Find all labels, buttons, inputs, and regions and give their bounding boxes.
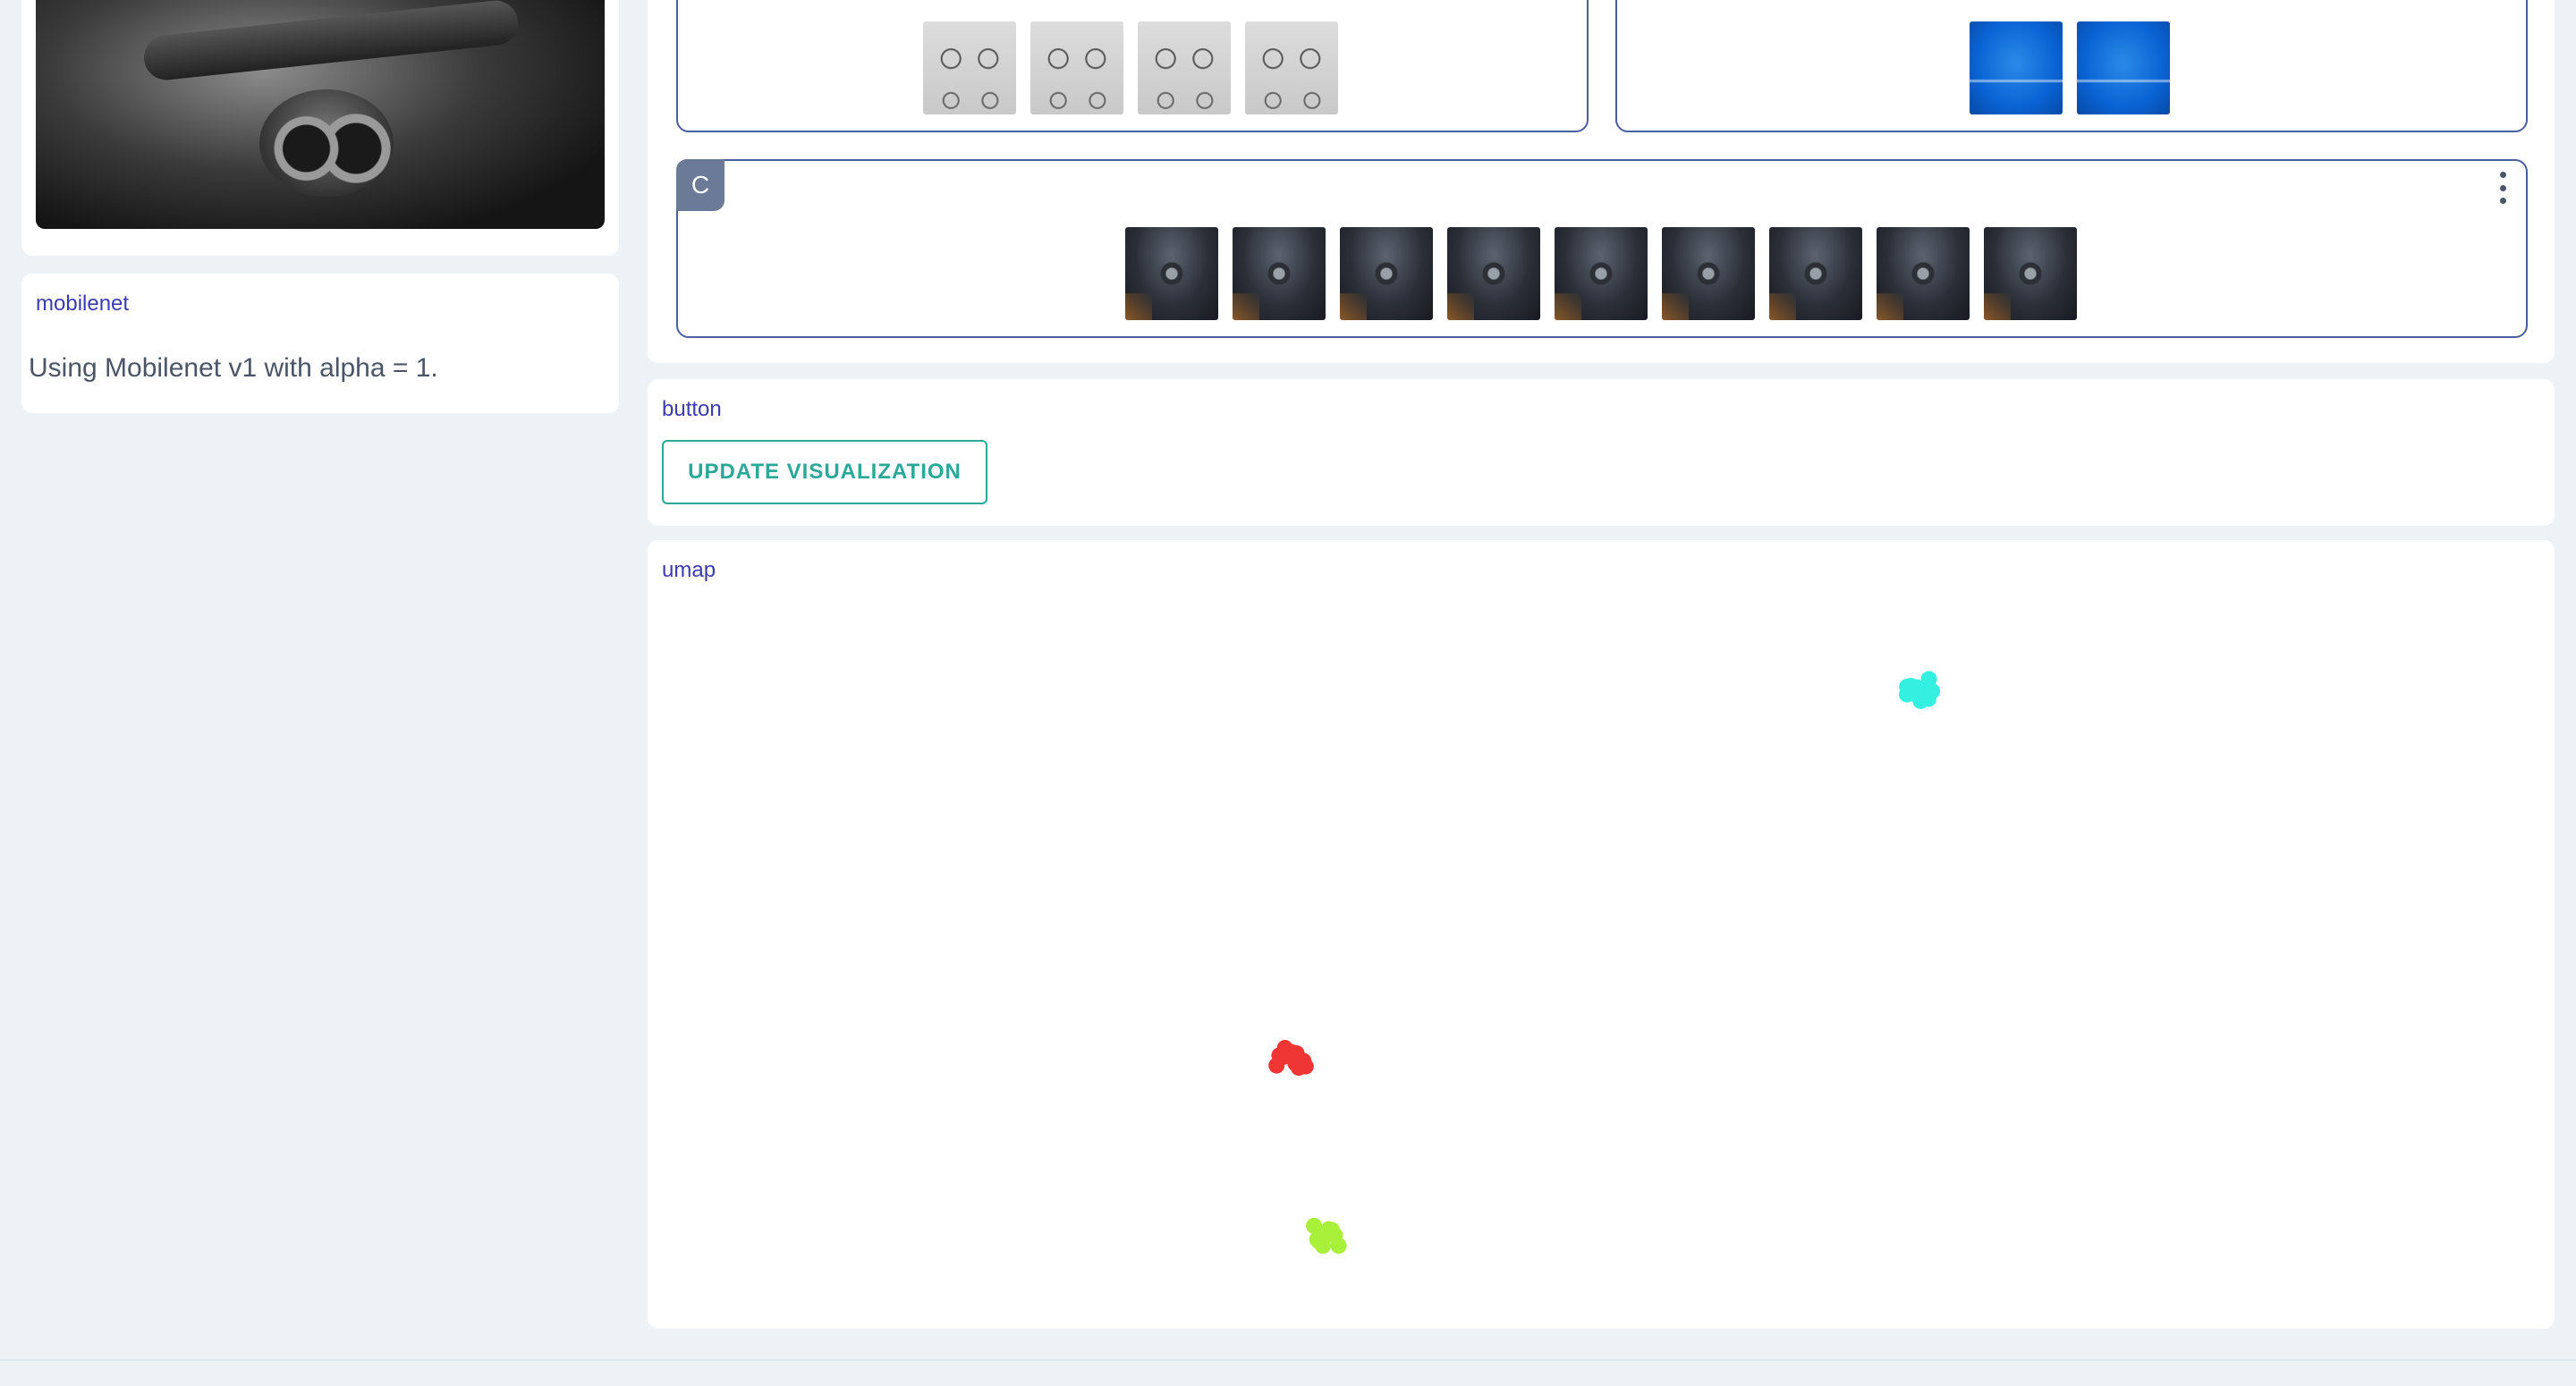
class-box-a <box>676 0 1589 132</box>
umap-point <box>1284 1049 1301 1066</box>
class-box-c: C <box>676 159 2528 338</box>
umap-module: umap <box>648 540 2555 1329</box>
person-thumbnail[interactable] <box>1769 227 1862 320</box>
bicycle-thumbnail[interactable] <box>1030 21 1123 114</box>
button-module: button UPDATE VISUALIZATION <box>648 379 2555 526</box>
person-thumbnail[interactable] <box>1877 227 1970 320</box>
umap-point <box>1899 678 1916 695</box>
person-thumbnail[interactable] <box>1984 227 2077 320</box>
blue-screen-thumbnail[interactable] <box>2077 21 2170 114</box>
umap-title: umap <box>662 558 716 582</box>
webcam-image <box>36 0 605 229</box>
bicycle-thumbnail[interactable] <box>1245 21 1338 114</box>
update-visualization-button[interactable]: UPDATE VISUALIZATION <box>662 440 987 504</box>
bicycle-thumbnail[interactable] <box>923 21 1016 114</box>
class-label: C <box>676 159 724 211</box>
more-options-icon[interactable] <box>2496 172 2510 204</box>
goggles-image <box>259 89 394 197</box>
button-module-title: button <box>662 397 722 421</box>
person-thumbnail[interactable] <box>1555 227 1648 320</box>
umap-plot[interactable] <box>648 594 2555 1309</box>
blue-screen-thumbnail[interactable] <box>1970 21 2063 114</box>
umap-point <box>1324 1221 1341 1238</box>
mobilenet-title: mobilenet <box>36 292 130 316</box>
person-thumbnail[interactable] <box>1340 227 1433 320</box>
page-footer-divider <box>0 1359 2576 1361</box>
person-thumbnail[interactable] <box>1662 227 1755 320</box>
class-box-b <box>1615 0 2528 132</box>
person-thumbnail[interactable] <box>1447 227 1540 320</box>
input-image-card <box>21 0 619 256</box>
person-thumbnail[interactable] <box>1125 227 1218 320</box>
person-thumbnail[interactable] <box>1233 227 1326 320</box>
mobilenet-module: mobilenet <box>21 274 619 413</box>
mobilenet-description: Using Mobilenet v1 with alpha = 1. <box>29 353 438 383</box>
bicycle-thumbnail[interactable] <box>1138 21 1231 114</box>
umap-point <box>1306 1217 1323 1234</box>
umap-point <box>1268 1057 1285 1074</box>
